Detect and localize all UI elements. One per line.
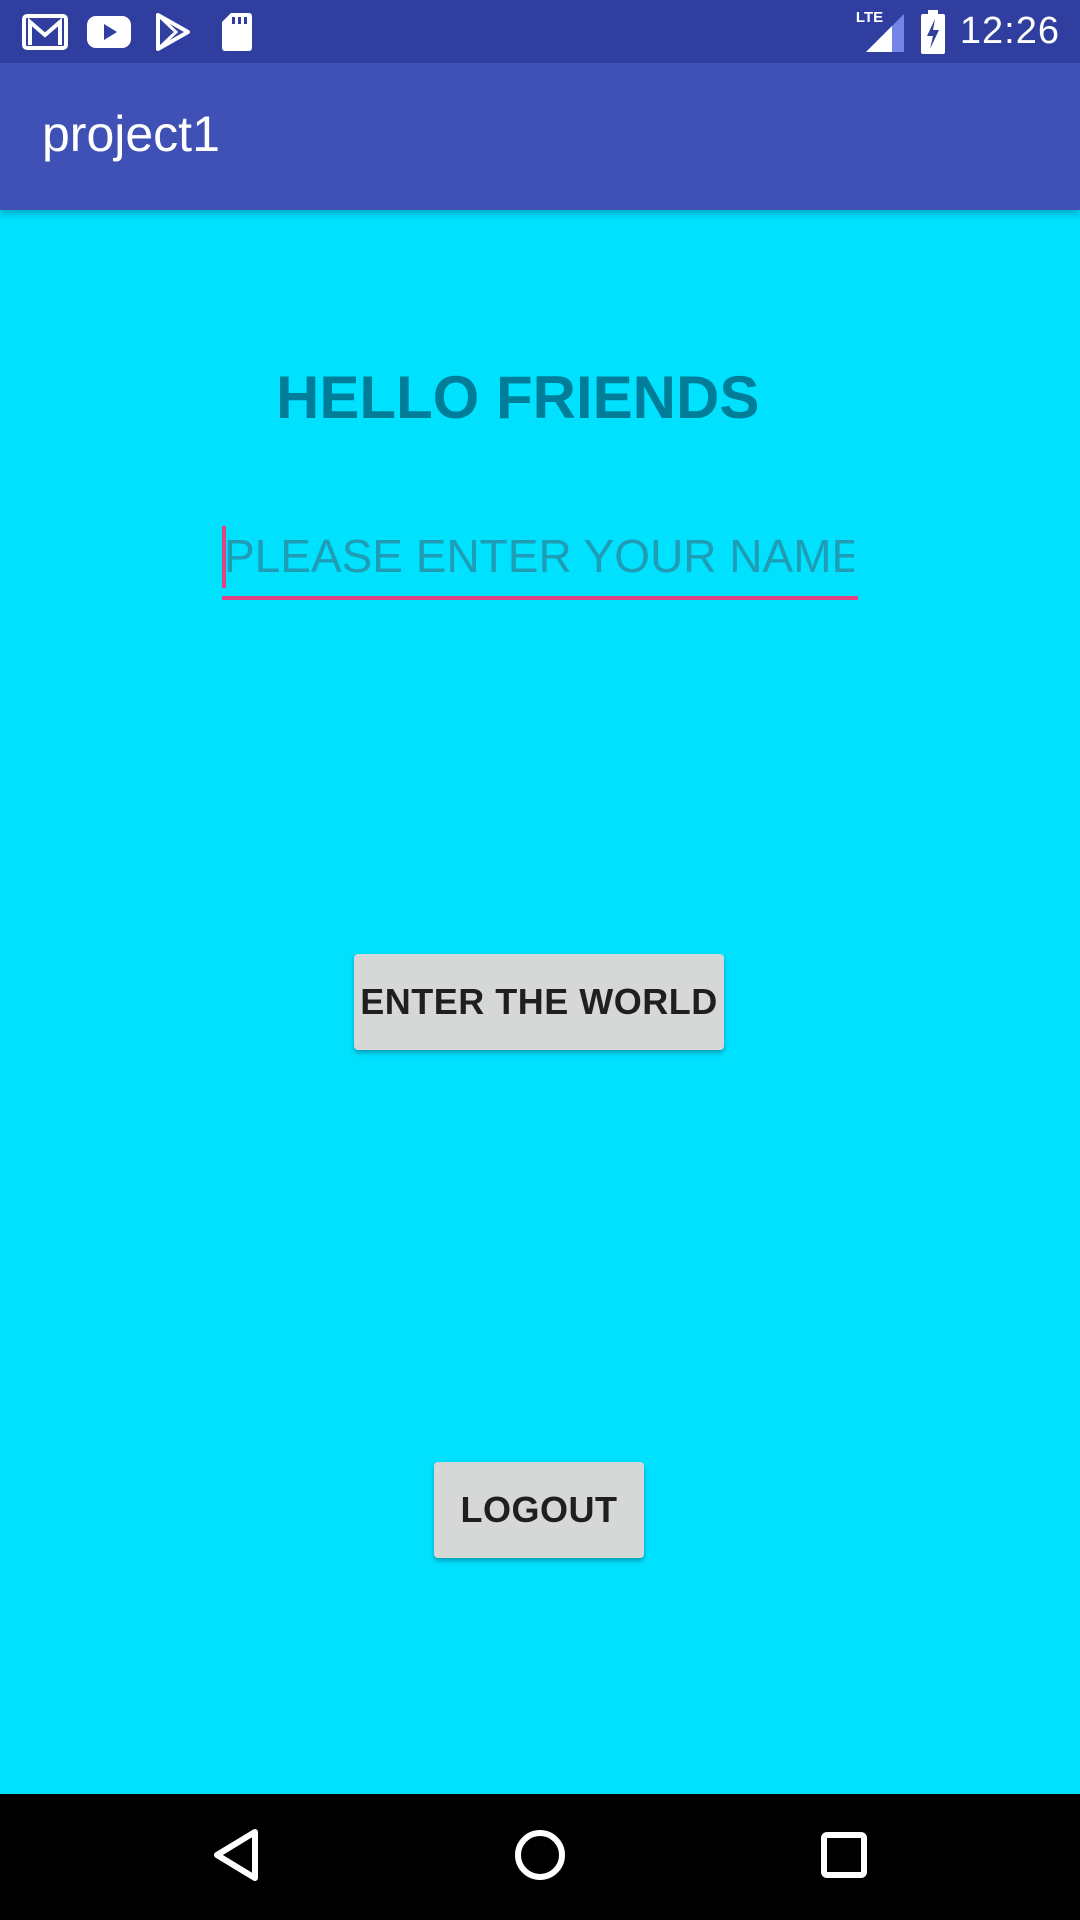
recents-icon — [820, 1831, 868, 1884]
app-screen: LTE 12:26 project1 HELLO FRIENDS E — [0, 0, 1080, 1920]
system-status: LTE 12:26 — [856, 0, 1060, 63]
back-button[interactable] — [196, 1817, 276, 1897]
status-time: 12:26 — [959, 10, 1060, 52]
app-title: project1 — [42, 106, 220, 162]
status-bar: LTE 12:26 — [0, 0, 1080, 63]
name-input[interactable] — [224, 520, 854, 592]
youtube-icon — [86, 10, 132, 54]
play-store-icon — [150, 10, 196, 54]
logout-button[interactable]: LOGOUT — [434, 1462, 644, 1558]
sd-card-icon — [214, 10, 260, 54]
battery-charging-icon — [920, 9, 946, 54]
name-field[interactable] — [222, 520, 858, 600]
enter-the-world-button[interactable]: ENTER THE WORLD — [354, 954, 724, 1050]
lte-signal-icon: LTE — [856, 10, 906, 54]
page-heading: HELLO FRIENDS — [276, 364, 760, 431]
back-icon — [211, 1827, 261, 1888]
recents-button[interactable] — [804, 1817, 884, 1897]
gmail-icon — [22, 10, 68, 54]
notification-icons — [22, 10, 260, 54]
home-icon — [513, 1828, 567, 1887]
app-bar: project1 — [0, 63, 1080, 210]
home-button[interactable] — [500, 1817, 580, 1897]
navigation-bar — [0, 1794, 1080, 1920]
